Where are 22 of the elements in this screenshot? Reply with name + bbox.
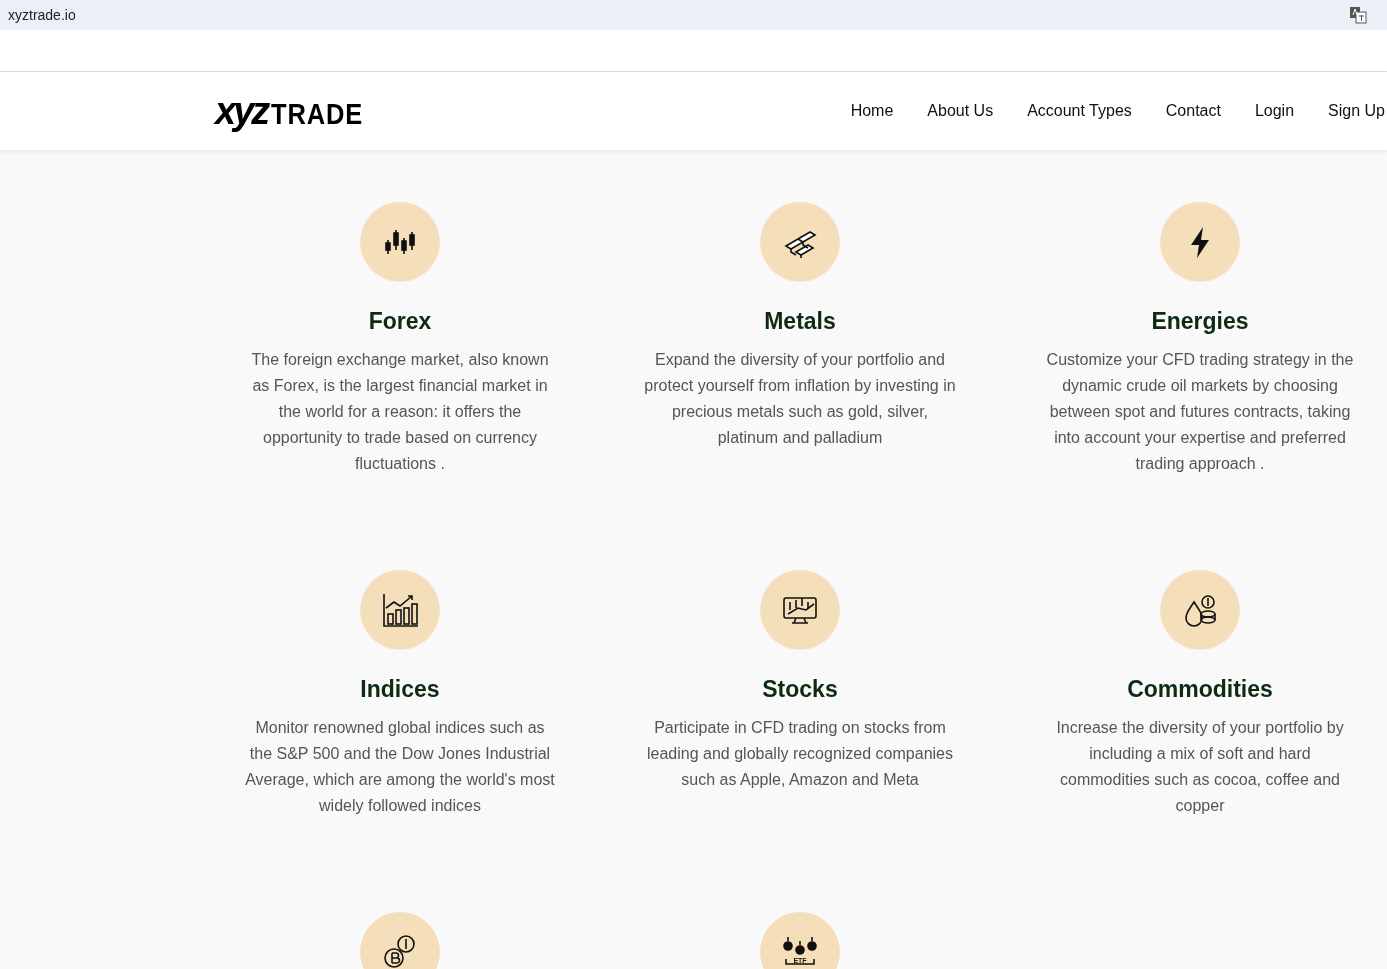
logo[interactable]: xyzTRADE <box>215 92 380 130</box>
nav-link[interactable]: Home <box>833 102 911 120</box>
market-title: Stocks <box>762 676 838 703</box>
market-description: Expand the diversity of your portfolio and protect yourself from inflation by investing in precious metals such as gold, silver, platinum and palladium <box>644 350 956 448</box>
market-title: Indices <box>360 676 440 703</box>
market-title: Energies <box>1151 308 1249 335</box>
nav-link[interactable]: Login <box>1237 102 1312 120</box>
translate-icon[interactable] <box>1349 6 1367 24</box>
nav-link[interactable]: Account Types <box>1010 102 1149 120</box>
market-description: Increase the diversity of your portfolio by including a mix of soft and hard commodities such as cocoa, coffee and copper <box>1055 718 1345 816</box>
nav-link[interactable]: Sign Up <box>1311 102 1387 120</box>
market-description: Customize your CFD trading strategy in the dynamic crude oil markets by choosing between spot and futures contracts, taking into account your expertise and preferred trading approach . <box>1045 350 1355 474</box>
market-title: Metals <box>764 308 836 335</box>
nav-link[interactable]: About Us <box>910 102 1011 120</box>
market-title: Forex <box>368 308 432 335</box>
nav-link[interactable]: Contact <box>1148 102 1238 120</box>
market-description: Participate in CFD trading on stocks from leading and globally recognized companies such as Apple, Amazon and Meta <box>646 718 954 790</box>
market-title: Commodities <box>1127 676 1273 703</box>
market-description: Monitor renowned global indices such as the S&P 500 and the Dow Jones Industrial Average, which are among the world's most widely followed indices <box>244 718 556 816</box>
url-text[interactable]: xyztrade.io <box>8 7 76 23</box>
market-description: The foreign exchange market, also known as Forex, is the largest financial market in the world for a reason: it offers the opportunity to trade based on currency fluctuations . <box>250 350 550 474</box>
coins-tray-icon <box>783 936 817 965</box>
